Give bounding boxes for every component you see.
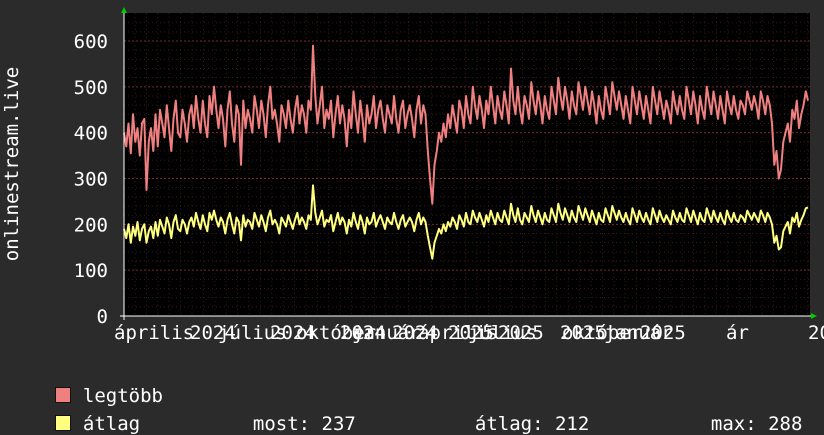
y-tick-label: 0 [97, 306, 108, 328]
atlag-label: átlag [82, 413, 141, 435]
stat-most-value: 237 [321, 413, 356, 435]
y-ticks: 0 100 200 300 400 500 600 [74, 31, 108, 328]
y-axis-arrow [121, 7, 127, 13]
y-axis-label: onlinestream.live [1, 67, 23, 261]
stat-max: max: 288 [688, 391, 803, 435]
stat-atlag-value: 212 [554, 413, 590, 435]
y-tick-label: 300 [74, 169, 108, 191]
stat-most: most: 237 [230, 391, 356, 435]
y-tick-label: 100 [74, 260, 108, 282]
x-tick-label: ár [726, 322, 749, 344]
x-axis-arrow [811, 313, 817, 319]
stat-atlag: átlag: 212 [452, 391, 589, 435]
atlag-swatch [54, 415, 71, 431]
x-tick-label: 20 [808, 322, 824, 344]
y-tick-label: 500 [74, 77, 108, 99]
x-ticks: április2024július2024október2024január20… [114, 322, 824, 344]
stat-max-value: 288 [768, 413, 803, 435]
x-tick-label: 2025 [498, 322, 544, 344]
stat-max-label: max: [710, 413, 757, 435]
x-tick-label: 2025 [560, 322, 606, 344]
legend-item-atlag: átlag [32, 391, 140, 435]
chart: 0100200300400500600 április2024július202… [1, 7, 824, 344]
y-tick-label: 600 [74, 31, 108, 53]
y-tick-label: 400 [74, 123, 108, 145]
y-tick-label: 200 [74, 214, 108, 236]
stat-atlag-label: átlag: [474, 413, 544, 435]
x-tick-label: április [114, 322, 194, 344]
plot-background [124, 13, 810, 316]
stat-most-label: most: [252, 413, 311, 435]
x-tick-label: 2025 [640, 322, 686, 344]
